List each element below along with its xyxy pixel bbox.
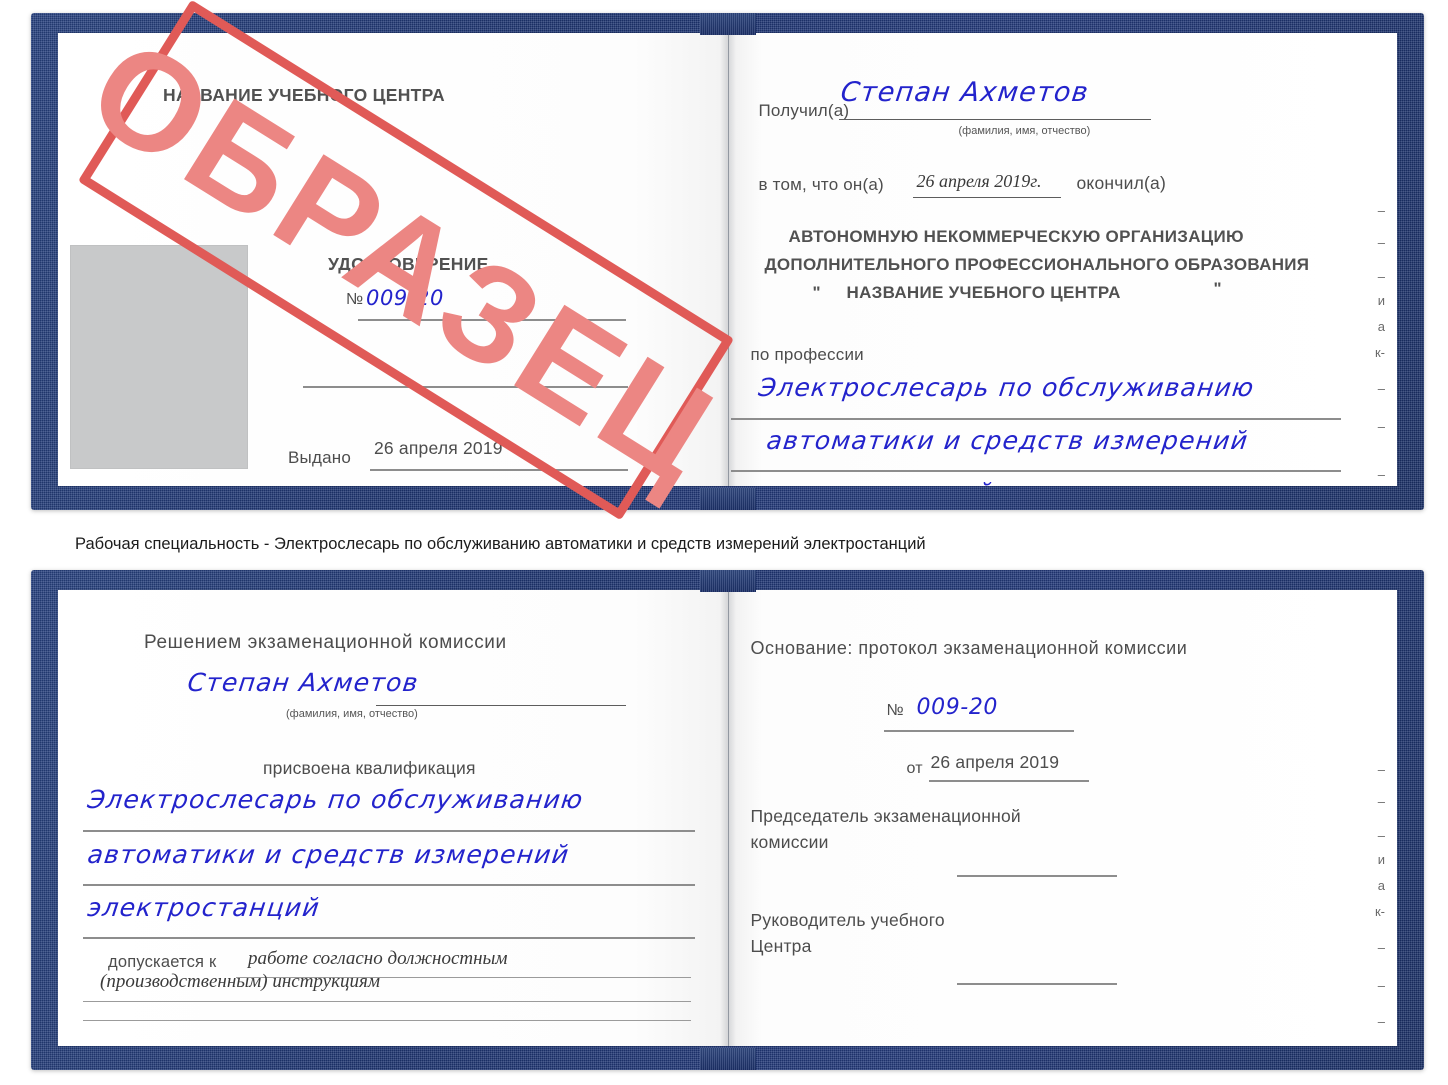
- organization-line-1: АВТОНОМНУЮ НЕКОММЕРЧЕСКУЮ ОРГАНИЗАЦИЮ: [788, 227, 1244, 246]
- certificate-top: НАЗВАНИЕ УЧЕБНОГО ЦЕНТРА УДОСТОВЕРЕНИЕ №…: [31, 13, 1424, 510]
- edge-glyph-column-top: – – – и а к- – – –: [1363, 33, 1389, 486]
- qualification-rule-1: [83, 830, 695, 832]
- protocol-number-value: 009-20: [916, 695, 999, 720]
- recipient-name-value: Степан Ахметов: [838, 77, 1091, 108]
- photo-placeholder: [70, 245, 248, 469]
- name-hint: (фамилия, имя, отчество): [958, 125, 1091, 137]
- profession-line-3: электростанций: [759, 478, 995, 486]
- edge-glyph-4: а: [1377, 319, 1385, 334]
- protocol-number-rule: [883, 730, 1074, 732]
- that-he-label: в том, что он(а): [758, 175, 884, 194]
- number-rule: [358, 319, 626, 321]
- head-line-1: Руководитель учебного: [750, 910, 945, 930]
- spine-notch-bottom-bottom: [699, 1048, 756, 1070]
- certificate-bottom: Решением экзаменационной комиссии Степан…: [31, 570, 1424, 1070]
- certificate-bottom-right-page: Основание: протокол экзаменационной коми…: [727, 590, 1397, 1046]
- edge-glyph-0: –: [1377, 203, 1385, 218]
- spine-notch-top: [699, 13, 756, 35]
- chairman-line-2: комиссии: [750, 832, 829, 852]
- edge-glyph-b3: и: [1377, 852, 1385, 867]
- certificate-top-right-page: Получил(а) Степан Ахметов (фамилия, имя,…: [727, 33, 1397, 486]
- seal-place-label: М.П.: [122, 484, 159, 486]
- certificate-top-pages: НАЗВАНИЕ УЧЕБНОГО ЦЕНТРА УДОСТОВЕРЕНИЕ №…: [58, 33, 1397, 486]
- qualification-rule-3: [83, 937, 695, 939]
- basis-label: Основание: протокол экзаменационной коми…: [750, 638, 1188, 658]
- profession-line-1: Электрослесарь по обслуживанию: [756, 373, 1256, 402]
- certificate-bottom-left-page: Решением экзаменационной комиссии Степан…: [58, 590, 728, 1046]
- completion-date-rule: [912, 197, 1061, 199]
- edge-glyph-b6: –: [1377, 940, 1385, 955]
- spine-notch-bottom-top: [699, 570, 756, 592]
- completion-date-value: 26 апреля 2019г.: [916, 171, 1042, 191]
- edge-glyph-b9: –: [1378, 1042, 1385, 1046]
- graduate-name-hint: (фамилия, имя, отчество): [286, 708, 418, 720]
- certificate-top-left-page: НАЗВАНИЕ УЧЕБНОГО ЦЕНТРА УДОСТОВЕРЕНИЕ №…: [58, 33, 728, 486]
- edge-glyph-5: к-: [1374, 345, 1385, 360]
- edge-glyph-b4: а: [1377, 878, 1385, 893]
- chairman-line-1: Председатель экзаменационной: [750, 806, 1021, 826]
- protocol-date-rule: [928, 780, 1089, 782]
- edge-glyph-b8: –: [1377, 1014, 1385, 1029]
- organization-quote-open: ": [812, 283, 821, 302]
- qualification-line-2: автоматики и средств измерений: [86, 840, 572, 869]
- qualification-rule-2: [83, 884, 695, 886]
- issued-date-value: 26 апреля 2019: [374, 438, 503, 458]
- commission-decision-label: Решением экзаменационной комиссии: [144, 632, 507, 653]
- allowed-to-label: допускается к: [108, 953, 217, 971]
- edge-glyph-7: –: [1377, 419, 1385, 434]
- edge-glyph-b1: –: [1377, 794, 1385, 809]
- spine-notch-bottom: [699, 488, 756, 510]
- edge-glyph-1: –: [1377, 235, 1385, 250]
- blank-rule-1: [303, 386, 628, 388]
- edge-glyph-column-bottom: – – – и а к- – – – –: [1363, 590, 1389, 1046]
- organization-quote-close: ": [1213, 279, 1222, 298]
- graduate-name-rule: [376, 705, 626, 707]
- qualification-line-3: электростанций: [86, 893, 322, 922]
- issued-rule: [370, 469, 628, 471]
- protocol-date-value: 26 апреля 2019: [930, 752, 1060, 772]
- head-line-2: Центра: [750, 936, 812, 956]
- allowed-line-2: (производственным) инструкциям: [100, 971, 380, 992]
- chairman-signature-rule: [956, 875, 1117, 877]
- protocol-date-label: от: [906, 760, 923, 777]
- organization-line-3: НАЗВАНИЕ УЧЕБНОГО ЦЕНТРА: [846, 283, 1121, 302]
- organization-line-2: ДОПОЛНИТЕЛЬНОГО ПРОФЕССИОНАЛЬНОГО ОБРАЗО…: [764, 255, 1310, 274]
- edge-glyph-8: –: [1377, 467, 1385, 482]
- graduate-name-value: Степан Ахметов: [186, 668, 421, 697]
- profession-rule-1: [730, 418, 1341, 420]
- document-type-label: УДОСТОВЕРЕНИЕ: [328, 254, 489, 274]
- training-center-header: НАЗВАНИЕ УЧЕБНОГО ЦЕНТРА: [163, 85, 445, 105]
- allowed-rule-2: [83, 1001, 691, 1003]
- edge-glyph-6: –: [1377, 381, 1385, 396]
- issued-label: Выдано: [288, 448, 351, 467]
- edge-glyph-b2: –: [1377, 828, 1385, 843]
- finished-label: окончил(а): [1076, 173, 1166, 193]
- qualification-label: присвоена квалификация: [263, 758, 476, 778]
- allowed-line-1: работе согласно должностным: [248, 948, 508, 969]
- page-caption: Рабочая специальность - Электрослесарь п…: [75, 535, 926, 553]
- protocol-number-label: №: [886, 702, 904, 719]
- edge-glyph-b5: к-: [1374, 904, 1385, 919]
- head-signature-rule: [956, 983, 1117, 985]
- recipient-name-rule: [838, 119, 1151, 121]
- qualification-line-1: Электрослесарь по обслуживанию: [86, 785, 586, 814]
- edge-glyph-b7: –: [1377, 978, 1385, 993]
- certificate-bottom-pages: Решением экзаменационной комиссии Степан…: [58, 590, 1397, 1046]
- edge-glyph-2: –: [1377, 269, 1385, 284]
- profession-line-2: автоматики и средств измерений: [764, 426, 1250, 455]
- edge-glyph-b0: –: [1377, 762, 1385, 777]
- number-label: №: [346, 291, 364, 308]
- edge-glyph-3: и: [1377, 293, 1385, 308]
- received-label: Получил(а): [758, 101, 850, 120]
- profession-label: по профессии: [750, 345, 864, 364]
- profession-rule-2: [730, 470, 1341, 472]
- certificate-number-value: 009-20: [366, 286, 444, 310]
- allowed-rule-3: [83, 1020, 691, 1022]
